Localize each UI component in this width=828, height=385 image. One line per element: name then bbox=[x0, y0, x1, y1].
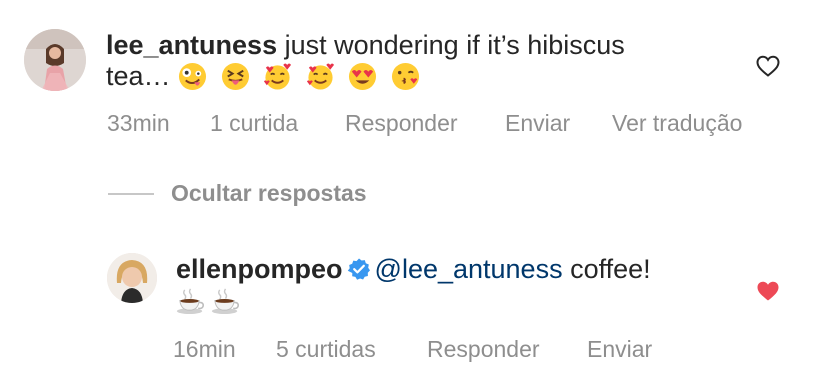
send-button[interactable]: Enviar bbox=[587, 336, 652, 363]
comment-text: lee_antuness just wondering if it’s hibi… bbox=[106, 30, 726, 92]
comment-body-continued: tea… bbox=[106, 61, 179, 91]
verified-badge-icon bbox=[347, 258, 370, 280]
smiling-face-with-hearts-icon bbox=[306, 63, 334, 90]
zany-face-icon bbox=[179, 62, 207, 91]
comment-timestamp: 16min bbox=[173, 336, 236, 362]
likes-count-link[interactable]: 1 curtida bbox=[210, 110, 298, 137]
squinting-tongue-face-icon bbox=[221, 62, 249, 91]
heart-eyes-face-icon bbox=[349, 62, 377, 91]
reply-button[interactable]: Responder bbox=[345, 110, 458, 137]
like-heart-icon[interactable] bbox=[755, 54, 781, 78]
comment-username[interactable]: ellenpompeo bbox=[176, 254, 343, 284]
translate-button[interactable]: Ver tradução bbox=[612, 110, 742, 137]
mention-link[interactable]: @lee_antuness bbox=[375, 254, 563, 284]
comment-timestamp: 33min bbox=[107, 110, 170, 136]
liked-heart-icon[interactable] bbox=[755, 279, 781, 303]
reply-button[interactable]: Responder bbox=[427, 336, 540, 363]
hot-beverage-icon bbox=[211, 288, 239, 315]
replies-divider-line bbox=[108, 193, 154, 195]
hide-replies-label[interactable]: Ocultar respostas bbox=[171, 180, 367, 207]
avatar[interactable] bbox=[107, 253, 157, 303]
comment-body: just wondering if it’s hibiscus bbox=[277, 30, 625, 60]
comment-body: coffee! bbox=[562, 254, 651, 284]
avatar[interactable] bbox=[24, 29, 86, 91]
face-blowing-kiss-icon bbox=[391, 62, 419, 91]
likes-count-link[interactable]: 5 curtidas bbox=[276, 336, 376, 363]
comment-text: ellenpompeo @lee_antuness coffee! bbox=[176, 254, 736, 316]
send-button[interactable]: Enviar bbox=[505, 110, 570, 137]
user-photo-icon bbox=[24, 29, 86, 91]
hot-beverage-icon bbox=[176, 288, 204, 315]
user-photo-icon bbox=[107, 253, 157, 303]
comment-username[interactable]: lee_antuness bbox=[106, 30, 277, 60]
smiling-face-with-hearts-icon bbox=[264, 63, 292, 90]
